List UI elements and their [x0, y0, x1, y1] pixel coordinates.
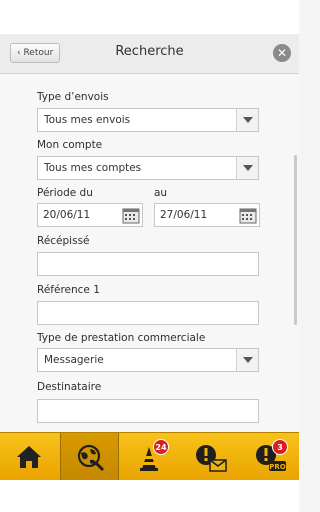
scrollbar[interactable]: [294, 155, 297, 325]
globe-search-icon: [77, 444, 105, 472]
prestation-label: Type de prestation commerciale: [37, 332, 206, 344]
chevron-down-icon: [236, 349, 258, 371]
status-bar: [0, 0, 299, 34]
svg-text:PRO: PRO: [269, 463, 286, 471]
periode-du-label: Période du: [37, 187, 93, 199]
date-from-field[interactable]: 20/06/11: [37, 203, 143, 227]
alerts-badge: 24: [153, 439, 169, 455]
tab-bar: 24 PRO 3: [0, 432, 299, 481]
prestation-value: Messagerie: [44, 354, 104, 366]
compte-label: Mon compte: [37, 139, 103, 151]
chevron-down-icon: [236, 109, 258, 131]
type-envois-select[interactable]: Tous mes envois: [37, 108, 259, 132]
type-envois-label: Type d’envois: [37, 91, 109, 103]
tab-home[interactable]: [0, 433, 59, 481]
search-form: Type d’envois Tous mes envois Mon compte…: [0, 75, 299, 432]
header: ‹ Retour Recherche ✕: [0, 34, 299, 74]
destinataire-input[interactable]: [37, 399, 259, 423]
alert-mail-icon: [196, 445, 227, 472]
page-title: Recherche: [115, 44, 184, 59]
tab-alerts[interactable]: 24: [120, 433, 179, 481]
pro-badge: 3: [272, 439, 288, 455]
calendar-icon[interactable]: [122, 206, 140, 224]
recepisse-input[interactable]: [37, 252, 259, 276]
date-from-value: 20/06/11: [43, 209, 91, 221]
compte-select[interactable]: Tous mes comptes: [37, 156, 259, 180]
tab-search[interactable]: [60, 433, 119, 481]
system-nav-bar: [0, 480, 299, 512]
tab-alert-pro[interactable]: PRO 3: [240, 433, 299, 481]
tab-alert-mail[interactable]: [180, 433, 239, 481]
type-envois-value: Tous mes envois: [44, 114, 131, 126]
reference-label: Référence 1: [37, 284, 100, 296]
reference-input[interactable]: [37, 301, 259, 325]
calendar-icon[interactable]: [239, 206, 257, 224]
periode-au-label: au: [154, 187, 168, 199]
date-to-field[interactable]: 27/06/11: [154, 203, 260, 227]
destinataire-label: Destinataire: [37, 381, 102, 393]
prestation-select[interactable]: Messagerie: [37, 348, 259, 372]
compte-value: Tous mes comptes: [44, 162, 142, 174]
close-icon[interactable]: ✕: [273, 44, 291, 62]
home-icon: [17, 446, 41, 468]
chevron-down-icon: [236, 157, 258, 179]
date-to-value: 27/06/11: [160, 209, 208, 221]
recepisse-label: Récépissé: [37, 235, 90, 247]
